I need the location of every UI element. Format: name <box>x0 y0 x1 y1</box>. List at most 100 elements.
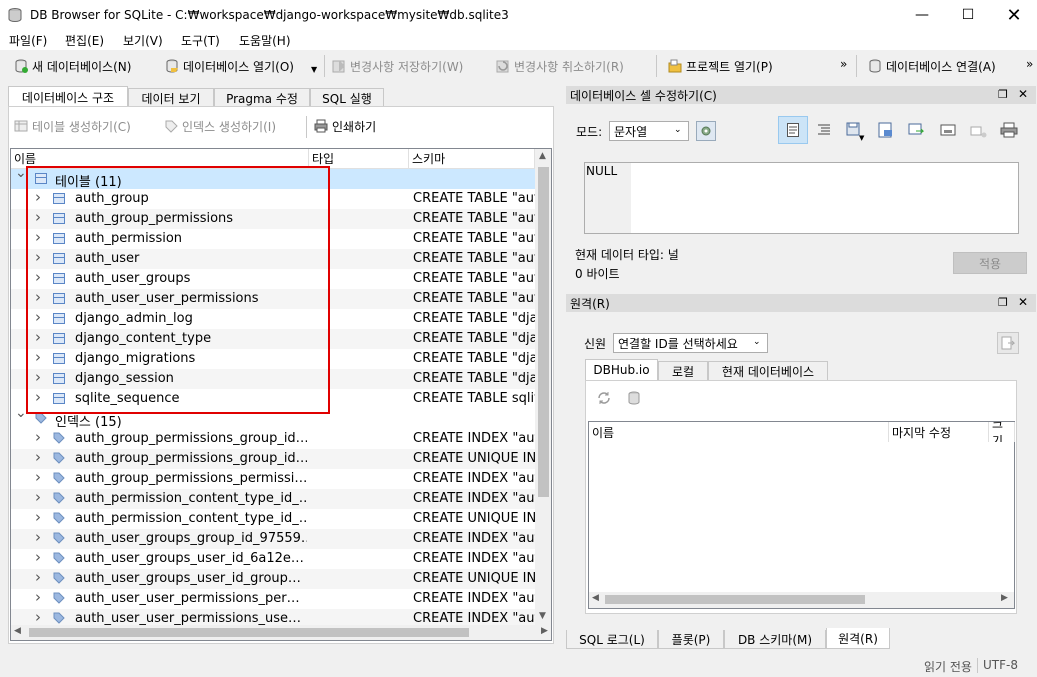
tab-current-database[interactable]: 현재 데이터베이스 <box>708 361 828 380</box>
auto-format-icon[interactable] <box>817 124 831 136</box>
tab-plot[interactable]: 플롯(P) <box>658 630 724 649</box>
chevron-right-icon[interactable]: › <box>35 468 41 486</box>
tab-execute-sql[interactable]: SQL 실행 <box>310 88 384 107</box>
tab-remote[interactable]: 원격(R) <box>826 628 890 649</box>
toolbar-overflow-icon[interactable]: » <box>840 57 847 71</box>
print-cell-icon[interactable] <box>940 122 956 138</box>
apply-button[interactable]: 적용 <box>953 252 1027 274</box>
remote-file-list[interactable]: 이름 마지막 수정 크기 ◀ ▶ <box>588 421 1015 609</box>
tree-item-row[interactable]: › auth_user_user_permissions CREATE TABLE … <box>11 288 535 309</box>
scroll-right-icon[interactable]: ▶ <box>541 626 548 636</box>
tree-item-row[interactable]: › sqlite_sequence CREATE TABLE sqlit <box>11 388 535 409</box>
printer-icon[interactable] <box>1000 122 1018 138</box>
tree-item-row[interactable]: › auth_group_permissions_permissi… CREATE … <box>11 468 535 489</box>
chevron-right-icon[interactable]: › <box>35 568 41 586</box>
tree-item-row[interactable]: › django_migrations CREATE TABLE "dja <box>11 348 535 369</box>
cell-editor[interactable]: NULL <box>584 162 1019 234</box>
vertical-scrollbar-thumb[interactable] <box>538 167 549 497</box>
revert-changes-button[interactable]: 변경사항 취소하기(R) <box>496 56 624 76</box>
undock-icon[interactable]: ❐ <box>998 88 1008 101</box>
horizontal-scrollbar[interactable]: ◀ ▶ <box>589 592 1014 608</box>
new-database-button[interactable]: 새 데이터베이스(N) <box>14 56 131 76</box>
column-header-schema[interactable]: 스키마 <box>409 149 535 169</box>
tab-local[interactable]: 로컬 <box>658 361 708 380</box>
identity-select[interactable]: 연결할 ID를 선택하세요 ⌄ <box>613 333 768 353</box>
menu-help[interactable]: 도움말(H) <box>239 32 291 49</box>
chevron-right-icon[interactable]: › <box>35 248 41 266</box>
minimize-button[interactable]: — <box>899 0 945 30</box>
chevron-right-icon[interactable]: › <box>35 488 41 506</box>
chevron-right-icon[interactable]: › <box>35 348 41 366</box>
chevron-right-icon[interactable]: › <box>35 448 41 466</box>
chevron-right-icon[interactable]: › <box>35 608 41 625</box>
chevron-right-icon[interactable]: › <box>35 288 41 306</box>
tree-item-row[interactable]: › auth_user_user_permissions_use… CREATE I… <box>11 608 535 625</box>
tab-database-structure[interactable]: 데이터베이스 구조 <box>8 86 128 107</box>
tree-item-row[interactable]: › auth_permission CREATE TABLE "aut <box>11 228 535 249</box>
tree-item-row[interactable]: › django_content_type CREATE TABLE "dja <box>11 328 535 349</box>
write-changes-button[interactable]: 변경사항 저장하기(W) <box>332 56 463 76</box>
tree-item-row[interactable]: › auth_group CREATE TABLE "aut <box>11 188 535 209</box>
chevron-right-icon[interactable]: › <box>35 308 41 326</box>
create-table-button[interactable]: 테이블 생성하기(C) <box>14 116 131 136</box>
tree-item-row[interactable]: › auth_group_permissions_group_id… CREATE … <box>11 448 535 469</box>
set-null-icon[interactable] <box>908 122 924 138</box>
tab-db-schema[interactable]: DB 스키마(M) <box>724 630 826 649</box>
horizontal-scrollbar-thumb[interactable] <box>29 628 469 637</box>
print-button[interactable]: 인쇄하기 <box>314 116 376 136</box>
column-header-size[interactable]: 크기 <box>989 422 1015 442</box>
schema-tree[interactable]: 이름 타입 스키마 ⌄ 테이블 (11) › auth_group CREATE TAB… <box>10 148 552 626</box>
close-dock-icon[interactable]: ✕ <box>1018 87 1028 101</box>
attach-database-button[interactable]: 데이터베이스 연결(A) <box>868 56 996 76</box>
scroll-up-icon[interactable]: ▲ <box>539 151 546 161</box>
open-database-button[interactable]: 데이터베이스 열기(O) <box>165 56 294 76</box>
tree-item-row[interactable]: › auth_user CREATE TABLE "aut <box>11 248 535 269</box>
undock-icon[interactable]: ❐ <box>998 296 1008 309</box>
scroll-left-icon[interactable]: ◀ <box>14 626 21 636</box>
column-header-name[interactable]: 이름 <box>589 422 889 442</box>
tree-item-row[interactable]: › auth_user_user_permissions_per… CREATE I… <box>11 588 535 609</box>
scroll-down-icon[interactable]: ▼ <box>539 611 546 621</box>
chevron-right-icon[interactable]: › <box>35 528 41 546</box>
tree-item-row[interactable]: › auth_user_groups_user_id_6a12e… CREATE I… <box>11 548 535 569</box>
menu-tools[interactable]: 도구(T) <box>181 32 220 49</box>
horizontal-scrollbar[interactable]: ◀ ▶ <box>10 625 552 641</box>
chevron-down-icon[interactable]: ⌄ <box>15 169 27 181</box>
chevron-right-icon[interactable]: › <box>35 508 41 526</box>
mode-select[interactable]: 문자열 ⌄ <box>609 121 689 141</box>
column-header-last-modified[interactable]: 마지막 수정 <box>889 422 989 442</box>
auto-switch-mode-button[interactable] <box>696 121 716 141</box>
chevron-right-icon[interactable]: › <box>35 388 41 406</box>
tab-dbhub[interactable]: DBHub.io <box>585 359 658 380</box>
chevron-down-icon[interactable]: ⌄ <box>15 405 27 421</box>
vertical-scrollbar[interactable]: ▲ ▼ <box>535 149 551 625</box>
chevron-right-icon[interactable]: › <box>35 268 41 286</box>
chevron-right-icon[interactable]: › <box>35 588 41 606</box>
tree-item-row[interactable]: › django_session CREATE TABLE "dja <box>11 368 535 389</box>
tree-item-row[interactable]: › django_admin_log CREATE TABLE "dja <box>11 308 535 329</box>
import-dropdown-icon[interactable]: ▼ <box>859 134 864 142</box>
chevron-right-icon[interactable]: › <box>35 428 41 446</box>
word-wrap-toggle[interactable] <box>778 116 808 144</box>
identity-settings-button[interactable] <box>997 332 1019 354</box>
menu-edit[interactable]: 편집(E) <box>65 32 104 49</box>
scroll-right-icon[interactable]: ▶ <box>1001 593 1008 603</box>
chevron-right-icon[interactable]: › <box>35 328 41 346</box>
chevron-right-icon[interactable]: › <box>35 188 41 206</box>
chevron-right-icon[interactable]: › <box>35 228 41 246</box>
maximize-button[interactable]: ☐ <box>945 0 991 30</box>
horizontal-scrollbar-thumb[interactable] <box>605 595 865 604</box>
erase-icon[interactable] <box>970 124 988 138</box>
tree-item-row[interactable]: › auth_permission_content_type_id_… CREATE… <box>11 488 535 509</box>
tree-item-row[interactable]: › auth_group_permissions_group_id… CREATE … <box>11 428 535 449</box>
chevron-right-icon[interactable]: › <box>35 208 41 226</box>
tree-item-row[interactable]: › auth_group_permissions CREATE TABLE "aut <box>11 208 535 229</box>
open-database-dropdown-icon[interactable]: ▼ <box>311 65 317 74</box>
refresh-icon[interactable] <box>596 390 612 406</box>
menu-view[interactable]: 보기(V) <box>123 32 163 49</box>
tab-edit-pragmas[interactable]: Pragma 수정 <box>214 88 310 107</box>
tree-item-row[interactable]: › auth_permission_content_type_id_… CREATE… <box>11 508 535 529</box>
export-icon[interactable] <box>878 122 894 138</box>
clone-database-icon[interactable] <box>627 390 643 406</box>
tab-sql-log[interactable]: SQL 로그(L) <box>566 630 658 649</box>
